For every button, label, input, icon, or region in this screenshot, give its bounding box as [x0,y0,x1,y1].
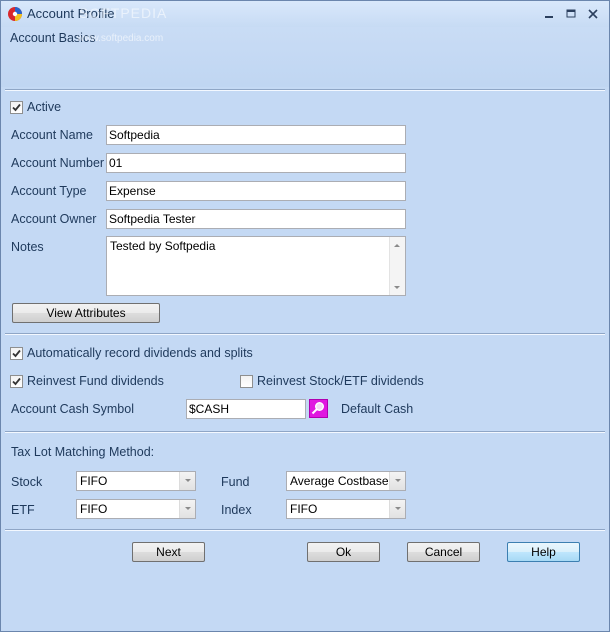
reinvest-fund-label: Reinvest Fund dividends [27,374,164,388]
fund-label: Fund [221,475,250,489]
index-method-select[interactable]: FIFO [286,499,406,519]
checkmark-icon [12,377,21,386]
section-watermark: www.softpedia.com [77,33,164,44]
lookup-icon [311,402,324,415]
account-number-input[interactable]: 01 [106,153,406,173]
chevron-down-icon[interactable] [179,500,195,518]
divider [5,333,605,335]
chevron-down-icon[interactable] [179,472,195,490]
watermark: SOFTPEDIA [79,5,168,21]
chevron-down-icon[interactable] [389,472,405,490]
divider [5,529,605,531]
minimize-button[interactable] [539,5,559,23]
close-icon [588,9,598,19]
divider [5,431,605,433]
account-name-label: Account Name [11,128,93,142]
maximize-icon [566,9,576,18]
reinvest-fund-checkbox[interactable] [10,375,23,388]
checkmark-icon [12,349,21,358]
stock-method-value: FIFO [80,474,108,488]
tax-lot-heading: Tax Lot Matching Method: [11,445,155,459]
reinvest-stock-checkbox[interactable] [240,375,253,388]
scroll-down-icon[interactable] [394,286,400,289]
cash-symbol-label: Account Cash Symbol [11,402,134,416]
title-bar[interactable]: Account Profile SOFTPEDIA [1,1,609,27]
auto-record-checkbox[interactable] [10,347,23,360]
account-profile-window: Account Profile SOFTPEDIA Account Basics… [0,0,610,632]
minimize-icon [545,16,553,18]
notes-textarea[interactable]: Tested by Softpedia [106,236,406,296]
stock-label: Stock [11,475,43,489]
notes-text: Tested by Softpedia [110,239,216,253]
index-method-value: FIFO [290,502,318,516]
active-label: Active [27,100,62,114]
auto-record-label: Automatically record dividends and split… [27,346,253,360]
account-type-label: Account Type [11,184,87,198]
account-owner-input[interactable]: Softpedia Tester [106,209,406,229]
notes-label: Notes [11,240,44,254]
etf-method-select[interactable]: FIFO [76,499,196,519]
index-label: Index [221,503,252,517]
cancel-button[interactable]: Cancel [407,542,480,562]
account-owner-label: Account Owner [11,212,97,226]
checkmark-icon [12,103,21,112]
close-button[interactable] [583,5,603,23]
etf-method-value: FIFO [80,502,108,516]
fund-method-select[interactable]: Average Costbase [286,471,406,491]
default-cash-label: Default Cash [341,402,414,416]
view-attributes-button[interactable]: View Attributes [12,303,160,323]
chevron-down-icon[interactable] [389,500,405,518]
account-name-input[interactable]: Softpedia [106,125,406,145]
cash-symbol-input[interactable]: $CASH [186,399,306,419]
stock-method-select[interactable]: FIFO [76,471,196,491]
account-type-input[interactable]: Expense [106,181,406,201]
account-basics-header: Account Basics www.softpedia.com [1,27,609,87]
etf-label: ETF [11,503,35,517]
maximize-button[interactable] [561,5,581,23]
ok-button[interactable]: Ok [307,542,380,562]
fund-method-value: Average Costbase [290,474,389,488]
active-checkbox[interactable] [10,101,23,114]
divider [5,89,605,91]
scroll-up-icon[interactable] [394,244,400,247]
reinvest-stock-label: Reinvest Stock/ETF dividends [257,374,424,388]
account-number-label: Account Number [11,156,105,170]
symbol-lookup-button[interactable] [309,399,328,418]
app-logo-icon [8,7,22,21]
notes-scrollbar[interactable] [389,237,405,295]
help-button[interactable]: Help [507,542,580,562]
next-button[interactable]: Next [132,542,205,562]
